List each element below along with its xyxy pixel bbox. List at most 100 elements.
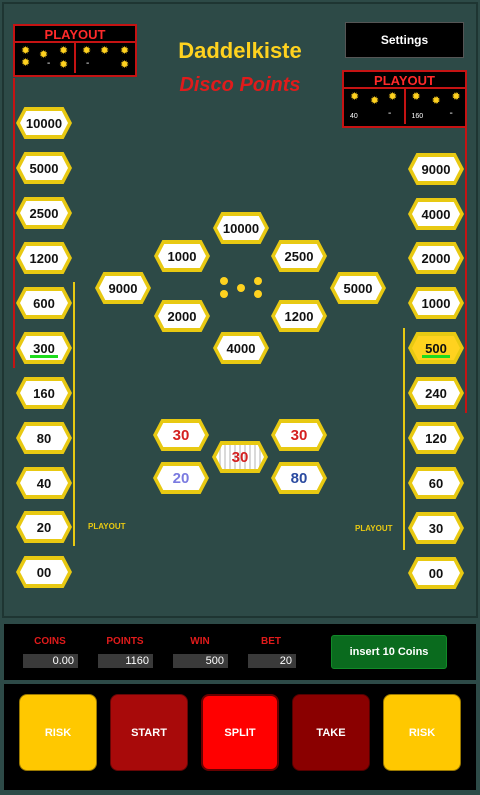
right-ladder-step-value: 2000 <box>412 246 460 270</box>
right-ladder-step-value: 30 <box>412 516 460 540</box>
reel-top-left-value: 30 <box>157 423 205 447</box>
center-hex-lower-right-value: 1200 <box>275 304 323 328</box>
right-ladder-step: 120 <box>408 422 464 454</box>
playout-panel-left: PLAYOUT ✹ ✹ ✹ ✹ ✹ - ✹ ✹ ✹ ✹ - <box>13 24 137 77</box>
left-ladder-step-value: 10000 <box>20 111 68 135</box>
reel-bottom-left: 20 <box>153 462 209 494</box>
center-dot <box>220 277 228 285</box>
left-ladder-step-value: 160 <box>20 381 68 405</box>
sun-icon: ✹ <box>21 45 31 57</box>
playout-right-cell-2-value: 160 <box>411 113 424 120</box>
current-step-marker <box>30 355 58 358</box>
right-ladder-step-value: 60 <box>412 471 460 495</box>
risk-left-button[interactable]: RISK <box>19 694 97 771</box>
reel-center-value: 30 <box>216 445 264 469</box>
center-hex-left-value: 9000 <box>99 276 147 300</box>
left-ladder-step: 1200 <box>16 242 72 274</box>
sun-icon: ✹ <box>59 59 69 71</box>
win-label: WIN <box>190 636 210 647</box>
left-ladder-step: 160 <box>16 377 72 409</box>
right-ladder-step: 1000 <box>408 287 464 319</box>
game-subtitle: Disco Points <box>179 74 301 96</box>
right-playout-line <box>403 328 405 550</box>
reel-top-right-value: 30 <box>275 423 323 447</box>
left-ladder-step-value: 40 <box>20 471 68 495</box>
left-ladder-step-value: 20 <box>20 515 68 539</box>
left-ladder-step: 600 <box>16 287 72 319</box>
sun-icon: ✹ <box>388 91 398 103</box>
center-dot <box>237 284 245 292</box>
right-ladder-step: 00 <box>408 557 464 589</box>
right-ladder-step-value: 240 <box>412 381 460 405</box>
right-ladder-step: 30 <box>408 512 464 544</box>
coins-value: 0.00 <box>23 654 78 668</box>
right-ladder-step-value: 9000 <box>412 157 460 181</box>
playout-left-cell-1-value: - <box>47 58 51 69</box>
center-hex-top: 10000 <box>213 212 269 244</box>
sun-icon: ✹ <box>431 95 441 107</box>
center-dot <box>254 277 262 285</box>
center-hex-bottom-value: 4000 <box>217 336 265 360</box>
right-ladder-step-value: 00 <box>412 561 460 585</box>
risk-right-button[interactable]: RISK <box>383 694 461 771</box>
right-ladder-step: 240 <box>408 377 464 409</box>
sun-icon: ✹ <box>82 45 92 57</box>
bet-label: BET <box>261 636 281 647</box>
left-ladder-step-value: 5000 <box>20 156 68 180</box>
center-hex-upper-right: 2500 <box>271 240 327 272</box>
center-hex-lower-left-value: 2000 <box>158 304 206 328</box>
win-value: 500 <box>173 654 228 668</box>
sun-icon: ✹ <box>59 45 69 57</box>
center-hex-lower-left: 2000 <box>154 300 210 332</box>
game-title: Daddelkiste <box>178 38 302 63</box>
right-ladder-step: 9000 <box>408 153 464 185</box>
left-ladder-step: 80 <box>16 422 72 454</box>
playout-right-cell-1-dash: - <box>388 108 392 119</box>
left-red-divider <box>13 78 15 368</box>
center-hex-upper-left-value: 1000 <box>158 244 206 268</box>
playout-right-cell-2-dash: - <box>449 108 453 119</box>
settings-button[interactable]: Settings <box>345 22 464 58</box>
playout-right-cell-1-value: 40 <box>350 113 358 120</box>
playout-left-cell-2: ✹ ✹ ✹ ✹ - <box>76 43 135 73</box>
right-ladder-step-value: 120 <box>412 426 460 450</box>
sun-icon: ✹ <box>120 59 130 71</box>
sun-icon: ✹ <box>411 91 421 103</box>
current-step-marker <box>422 355 450 358</box>
left-ladder-step: 20 <box>16 511 72 543</box>
take-button[interactable]: TAKE <box>292 694 370 771</box>
game-screen: PLAYOUT ✹ ✹ ✹ ✹ ✹ - ✹ ✹ ✹ ✹ - Daddelkist… <box>0 0 480 795</box>
reel-center: 30 <box>212 441 268 473</box>
playout-panel-right-label: PLAYOUT <box>344 72 465 89</box>
right-ladder-step: 4000 <box>408 198 464 230</box>
left-ladder-step: 00 <box>16 556 72 588</box>
center-hex-right-value: 5000 <box>334 276 382 300</box>
sun-icon: ✹ <box>370 95 380 107</box>
left-playout-line <box>73 282 75 546</box>
right-red-divider <box>465 128 467 413</box>
left-ladder-step: 300 <box>16 332 72 364</box>
start-button[interactable]: START <box>110 694 188 771</box>
center-dot <box>220 290 228 298</box>
split-button[interactable]: SPLIT <box>201 694 279 771</box>
left-ladder-step-value: 80 <box>20 426 68 450</box>
center-hex-lower-right: 1200 <box>271 300 327 332</box>
center-hex-left: 9000 <box>95 272 151 304</box>
right-ladder-step-value: 4000 <box>412 202 460 226</box>
sun-icon: ✹ <box>120 45 130 57</box>
sun-icon: ✹ <box>350 91 360 103</box>
playout-left-cell-2-value: - <box>86 58 90 69</box>
left-playout-label: PLAYOUT <box>88 522 126 531</box>
sun-icon: ✹ <box>100 45 110 57</box>
right-ladder-step: 500 <box>408 332 464 364</box>
sun-icon: ✹ <box>21 57 31 69</box>
center-hex-top-value: 10000 <box>217 216 265 240</box>
right-ladder-step: 2000 <box>408 242 464 274</box>
center-dot <box>254 290 262 298</box>
insert-coins-button[interactable]: insert 10 Coins <box>331 635 447 669</box>
sun-icon: ✹ <box>451 91 461 103</box>
center-hex-right: 5000 <box>330 272 386 304</box>
playout-right-cell-2: ✹ ✹ ✹ 160 - <box>406 89 466 124</box>
left-ladder-step-value: 600 <box>20 291 68 315</box>
left-ladder-step: 40 <box>16 467 72 499</box>
